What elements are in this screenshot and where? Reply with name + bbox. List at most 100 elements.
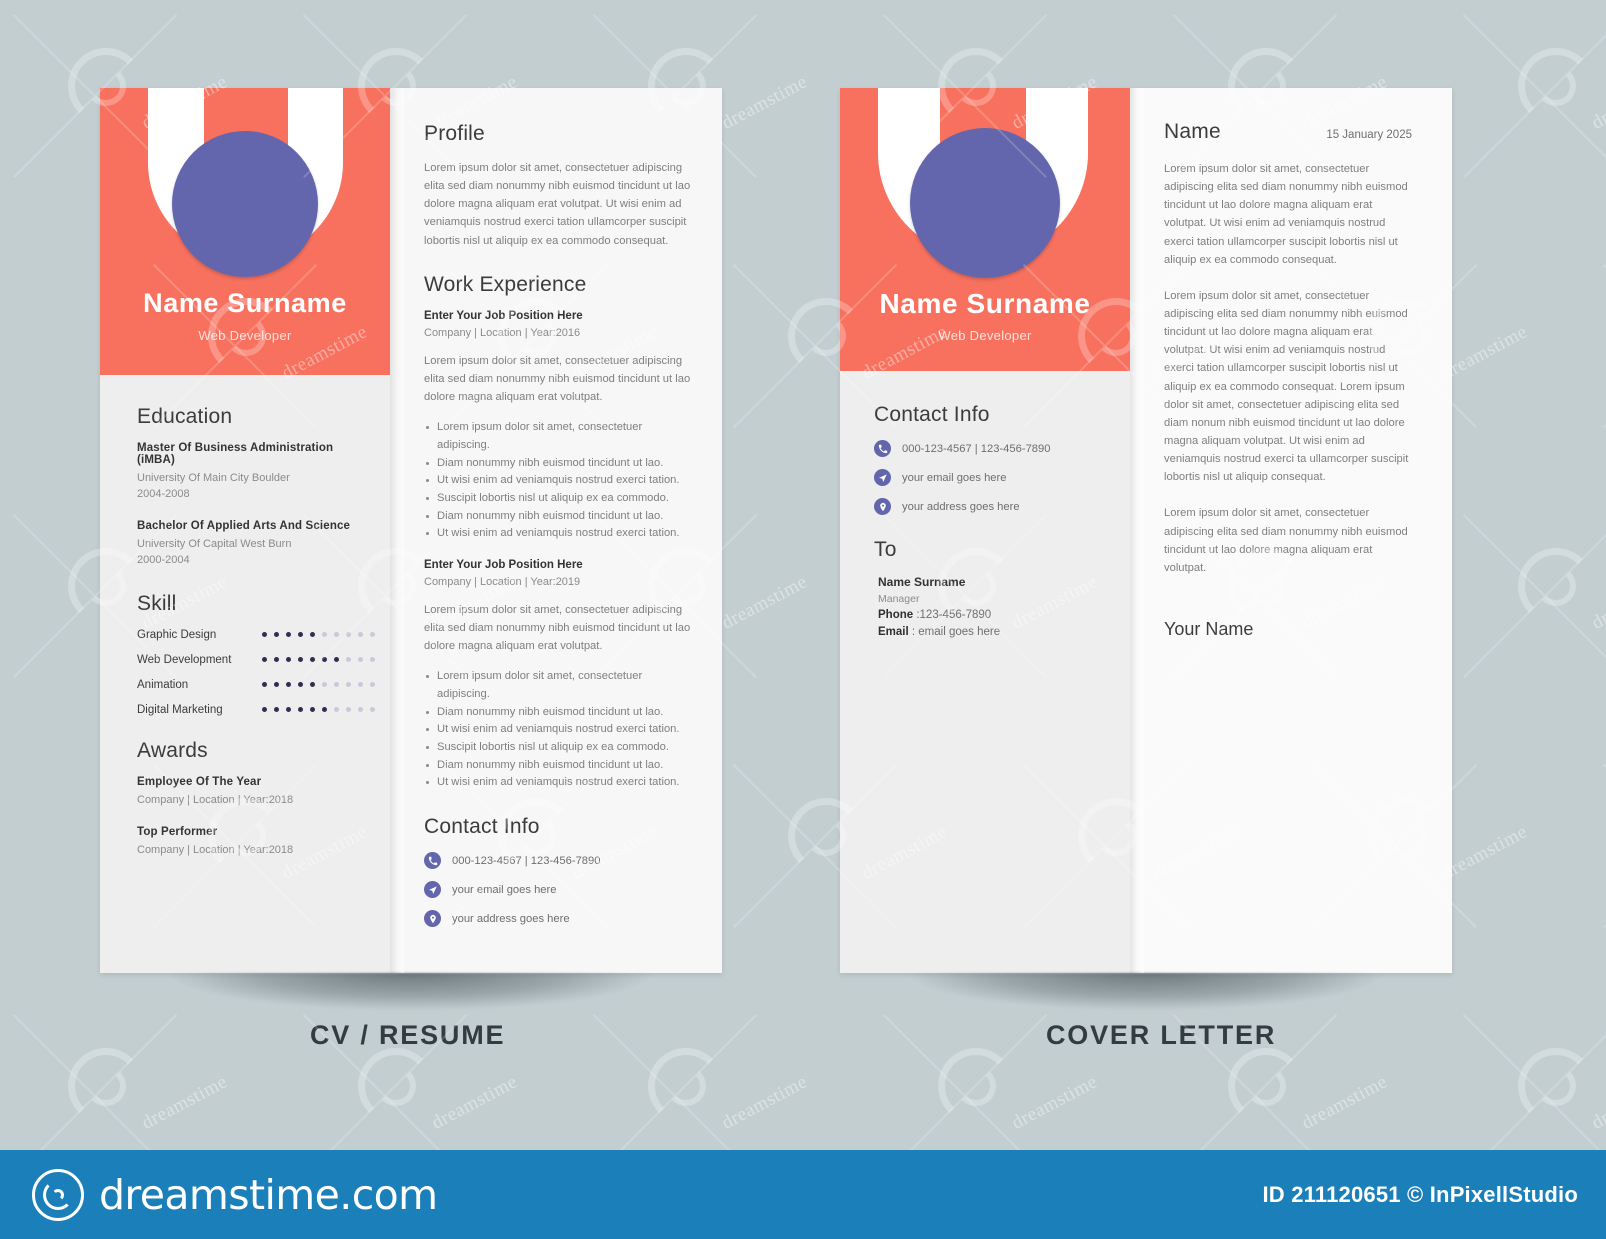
skill-dot <box>346 682 351 688</box>
contact-row[interactable]: 000-123-4567 | 123-456-7890 <box>874 440 1100 457</box>
job-bullet: Lorem ipsum dolor sit amet, consectetuer… <box>424 668 696 703</box>
skill-dot <box>274 707 279 713</box>
job-bullet: Diam nonummy nibh euismod tincidunt ut l… <box>424 455 696 473</box>
contact-row[interactable]: your address goes here <box>424 910 696 928</box>
award-entry: Employee Of The Year Company | Location … <box>137 776 355 809</box>
skill-dot <box>298 632 303 638</box>
letter-signature: Your Name <box>1164 618 1254 639</box>
job-bullet: Suscipit lobortis nisl ut aliquip ex ea … <box>424 490 696 508</box>
education-heading: Education <box>137 405 233 428</box>
to-email-line: Email : email goes here <box>874 624 1100 641</box>
skill-list: Graphic Design Web Development Animation Di… <box>137 629 375 716</box>
skill-name: Web Development <box>137 653 232 666</box>
skill-dot <box>322 707 327 713</box>
skill-dot <box>370 657 375 663</box>
skill-dot <box>298 707 303 713</box>
contact-text: 000-123-4567 | 123-456-7890 <box>452 854 601 867</box>
job-title: Enter Your Job Position Here <box>424 309 583 322</box>
skill-dot <box>346 632 351 638</box>
cv-page-shadow <box>88 973 734 1025</box>
cv-left-column: Name Surname Web Developer Education Mas… <box>100 88 390 973</box>
phone-icon <box>874 440 891 457</box>
skill-row: Digital Marketing <box>137 703 375 716</box>
job-bullet: Diam nonummy nibh euismod tincidunt ut l… <box>424 704 696 722</box>
skill-dot <box>370 707 375 713</box>
skill-row: Graphic Design <box>137 629 375 641</box>
skill-dot <box>322 682 327 688</box>
work-experience-heading: Work Experience <box>424 272 587 296</box>
skill-heading: Skill <box>137 591 177 615</box>
awards-section: Awards Employee Of The Year Company | Lo… <box>137 739 355 859</box>
skill-dot <box>310 657 315 663</box>
skill-rating <box>262 682 375 688</box>
cv-role: Web Developer <box>198 328 292 343</box>
skill-dot <box>262 682 267 688</box>
education-entry-title: Bachelor Of Applied Arts And Science <box>137 519 351 532</box>
to-heading: To <box>874 538 897 561</box>
cover-letter-header: Name Surname Web Developer <box>840 88 1130 371</box>
work-experience-section: Work Experience Enter Your Job Position … <box>424 273 696 792</box>
cv-contact-rows: 000-123-4567 | 123-456-7890 your email go… <box>424 852 696 928</box>
skill-dot <box>370 632 375 638</box>
award-title: Top Performer <box>137 825 218 838</box>
award-meta: Company | Location | Year:2018 <box>137 843 294 856</box>
cover-letter-left-column: Name Surname Web Developer Contact Info … <box>840 88 1130 973</box>
skill-dot <box>286 632 291 638</box>
letter-title: Name <box>1164 120 1221 143</box>
job-bullet: Ut wisi enim ad veniamquis nostrud exerc… <box>424 721 696 739</box>
job-meta: Company | Location | Year:2019 <box>424 575 581 588</box>
skill-dot <box>274 657 279 663</box>
to-phone-label: Phone <box>878 609 914 621</box>
letter-date: 15 January 2025 <box>1326 129 1412 141</box>
cover-letter-body-column: Name 15 January 2025 Lorem ipsum dolor s… <box>1130 88 1452 973</box>
profile-heading: Profile <box>424 122 485 145</box>
to-phone-value: :123-456-7890 <box>916 609 992 621</box>
award-meta: Company | Location | Year:2018 <box>137 793 294 806</box>
skill-name: Digital Marketing <box>137 703 223 716</box>
skill-rating <box>262 632 375 638</box>
location-pin-icon <box>874 498 891 515</box>
contact-row[interactable]: 000-123-4567 | 123-456-7890 <box>424 852 696 870</box>
cv-page: Name Surname Web Developer Education Mas… <box>100 88 722 973</box>
education-entry-school: University Of Main City Boulder <box>137 472 290 484</box>
skill-dot <box>322 657 327 663</box>
contact-row[interactable]: your address goes here <box>874 498 1100 515</box>
skill-name: Animation <box>137 678 189 691</box>
image-id-text: ID 211120651 © InPixellStudio <box>1262 1181 1578 1207</box>
cover-letter-role: Web Developer <box>938 328 1032 343</box>
skill-dot <box>310 632 315 638</box>
cover-letter-caption: COVER LETTER <box>1046 1020 1277 1050</box>
contact-text: your email goes here <box>902 471 1007 484</box>
education-section: Education Master Of Business Administrat… <box>137 405 355 569</box>
cover-letter-page: Name Surname Web Developer Contact Info … <box>840 88 1452 973</box>
profile-section: Profile Lorem ipsum dolor sit amet, cons… <box>424 122 696 250</box>
award-title: Employee Of The Year <box>137 775 262 788</box>
job-bullets: Lorem ipsum dolor sit amet, consectetuer… <box>424 668 696 792</box>
education-entry-title: Master Of Business Administration (iMBA) <box>137 442 334 466</box>
cover-letter-name: Name Surname <box>879 288 1091 319</box>
education-entry-years: 2000-2004 <box>137 553 190 566</box>
avatar <box>172 131 318 277</box>
cv-contact-info-section: Contact Info 000-123-4567 | 123-456-7890… <box>424 815 696 928</box>
job-entry: Enter Your Job Position Here Company | Lo… <box>424 310 696 543</box>
job-bullet: Diam nonummy nibh euismod tincidunt ut l… <box>424 508 696 526</box>
job-bullets: Lorem ipsum dolor sit amet, consectetuer… <box>424 419 696 543</box>
contact-row[interactable]: your email goes here <box>424 881 696 899</box>
cv-caption: CV / RESUME <box>310 1020 506 1050</box>
skill-row: Web Development <box>137 653 375 666</box>
contact-row[interactable]: your email goes here <box>874 469 1100 486</box>
skill-section: Skill Graphic Design Web Development Anima… <box>137 591 375 716</box>
cv-right-column: Profile Lorem ipsum dolor sit amet, cons… <box>390 88 722 973</box>
skill-dot <box>286 657 291 663</box>
education-entry-years: 2004-2008 <box>137 487 190 500</box>
dreamstime-footer-bar: dreamstime.com ID 211120651 © InPixellSt… <box>0 1150 1606 1239</box>
letter-paragraphs: Lorem ipsum dolor sit amet, consectetuer… <box>1164 160 1412 577</box>
cv-resume-document: Name Surname Web Developer Education Mas… <box>88 88 734 1025</box>
spiral-logo-icon <box>32 1168 84 1221</box>
to-role: Manager <box>878 593 920 605</box>
profile-text: Lorem ipsum dolor sit amet, consectetuer… <box>424 162 691 247</box>
letter-paragraph: Lorem ipsum dolor sit amet, consectetuer… <box>1164 507 1408 574</box>
letter-paragraph: Lorem ipsum dolor sit amet, consectetuer… <box>1164 289 1409 484</box>
skill-dot <box>334 682 339 688</box>
send-icon <box>424 881 441 899</box>
